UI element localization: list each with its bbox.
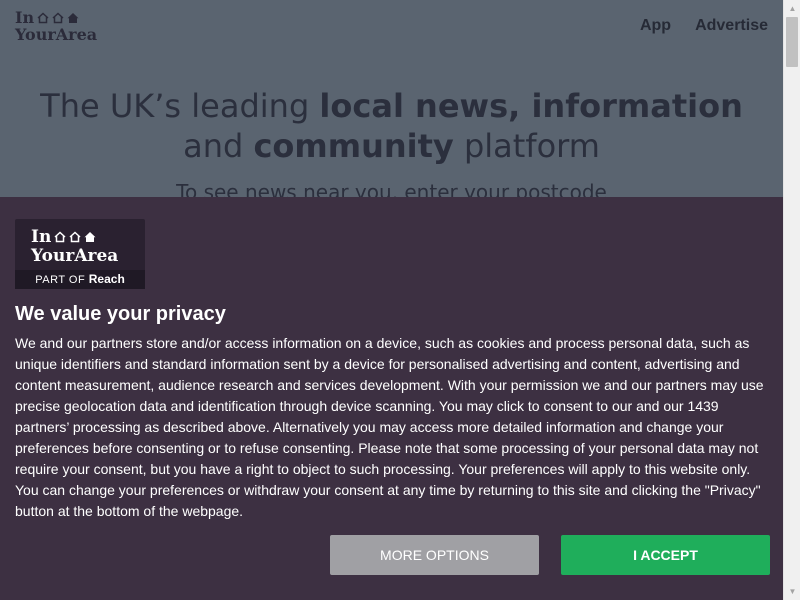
- consent-logo-text-in: In: [31, 227, 52, 247]
- consent-logo-part-of: PART OF Reach: [15, 270, 145, 289]
- consent-body-text: We and our partners store and/or access …: [15, 335, 764, 519]
- scroll-up-arrow-icon[interactable]: ▲: [784, 0, 800, 17]
- more-options-button[interactable]: MORE OPTIONS: [330, 535, 539, 575]
- site-logo[interactable]: In YourArea: [15, 10, 97, 43]
- consent-logo: In YourArea PART OF Reach: [15, 219, 145, 289]
- nav-advertise-link[interactable]: Advertise: [695, 17, 768, 35]
- house-outline-icon: [37, 12, 49, 24]
- hero-text-post: platform: [453, 127, 600, 165]
- consent-dialog: In YourArea PART OF Reach We value your …: [0, 197, 783, 600]
- house-outline-icon: [69, 231, 81, 243]
- house-outline-icon: [52, 12, 64, 24]
- nav-app-link[interactable]: App: [640, 17, 671, 35]
- logo-text-in: In: [15, 8, 35, 27]
- part-of-text: PART OF: [35, 274, 86, 286]
- logo-text-yourarea: YourArea: [15, 25, 98, 44]
- hero-text-bold2: community: [253, 127, 454, 165]
- house-outline-icon: [54, 231, 66, 243]
- vertical-scrollbar[interactable]: ▲ ▼: [783, 0, 800, 600]
- hero-text-pre: The UK’s leading: [40, 87, 320, 125]
- consent-title: We value your privacy: [15, 303, 226, 325]
- scroll-thumb[interactable]: [786, 17, 798, 67]
- house-filled-icon: [67, 13, 79, 23]
- hero-text-mid: and: [183, 127, 254, 165]
- accept-button[interactable]: I ACCEPT: [561, 535, 770, 575]
- reach-text: Reach: [88, 272, 125, 286]
- house-filled-icon: [84, 232, 96, 242]
- hero-text-bold1: local news, information: [319, 87, 743, 125]
- hero-headline: The UK’s leading local news, information…: [0, 86, 783, 166]
- scroll-down-arrow-icon[interactable]: ▼: [784, 583, 800, 600]
- top-nav: App Advertise: [640, 17, 768, 35]
- consent-logo-text-yourarea: YourArea: [31, 246, 119, 266]
